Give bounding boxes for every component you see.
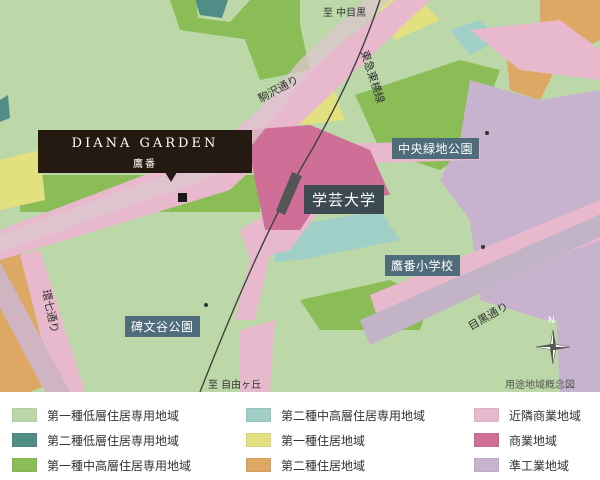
legend-swatch — [474, 458, 499, 472]
legend-label: 第一種住居地域 — [281, 433, 366, 448]
legend-label: 第二種住居地域 — [281, 458, 366, 473]
property-label: DIANA GARDEN 鷹番 — [38, 130, 252, 173]
compass-north-letter: N — [548, 316, 555, 326]
legend-swatch — [12, 433, 37, 447]
legend-label: 第二種中高層住居専用地域 — [281, 408, 426, 423]
school-label: 鷹番小学校 — [385, 255, 460, 276]
legend-item: 商業地域 — [474, 431, 557, 449]
legend-item: 第二種低層住居専用地域 — [12, 431, 179, 449]
legend-swatch — [246, 433, 271, 447]
legend-item: 第一種低層住居専用地域 — [12, 406, 179, 424]
legend-label: 近隣商業地域 — [509, 408, 582, 423]
property-label-pointer — [165, 172, 177, 182]
legend-label: 商業地域 — [509, 433, 558, 448]
legend-swatch — [12, 458, 37, 472]
legend-swatch — [246, 408, 271, 422]
park-chuo-label: 中央緑地公園 — [392, 138, 480, 159]
zoning-map: DIANA GARDEN 鷹番 学芸大学 中央緑地公園 鷹番小学校 碑文谷公園 … — [0, 0, 600, 392]
legend-swatch — [474, 433, 499, 447]
destination-north: 至 中目黒 — [323, 8, 367, 19]
legend: 第一種低層住居専用地域 第二種中高層住居専用地域 近隣商業地域 第二種低層住居専… — [0, 392, 600, 480]
school-dot — [481, 245, 485, 249]
legend-item: 第一種中高層住居専用地域 — [12, 456, 191, 474]
legend-label: 第一種低層住居専用地域 — [47, 408, 180, 423]
map-canvas — [0, 0, 600, 392]
property-name: DIANA GARDEN — [71, 136, 219, 151]
legend-swatch — [474, 408, 499, 422]
park-himon-label: 碑文谷公園 — [125, 316, 200, 337]
park-chuo-dot — [485, 131, 489, 135]
property-sub: 鷹番 — [133, 159, 157, 170]
legend-item: 第二種中高層住居専用地域 — [246, 406, 425, 424]
legend-label: 第一種中高層住居専用地域 — [47, 458, 192, 473]
legend-item: 第一種住居地域 — [246, 431, 365, 449]
property-marker — [178, 193, 187, 202]
legend-item: 近隣商業地域 — [474, 406, 581, 424]
legend-item: 準工業地域 — [474, 456, 569, 474]
destination-south: 至 自由ヶ丘 — [208, 380, 262, 391]
legend-swatch — [246, 458, 271, 472]
station-label: 学芸大学 — [304, 185, 385, 214]
map-caption: 用途地域概念図 — [505, 380, 575, 391]
legend-swatch — [12, 408, 37, 422]
legend-item: 第二種住居地域 — [246, 456, 365, 474]
legend-label: 準工業地域 — [509, 458, 570, 473]
park-himon-dot — [204, 303, 208, 307]
legend-label: 第二種低層住居専用地域 — [47, 433, 180, 448]
compass-icon: N — [528, 316, 578, 372]
